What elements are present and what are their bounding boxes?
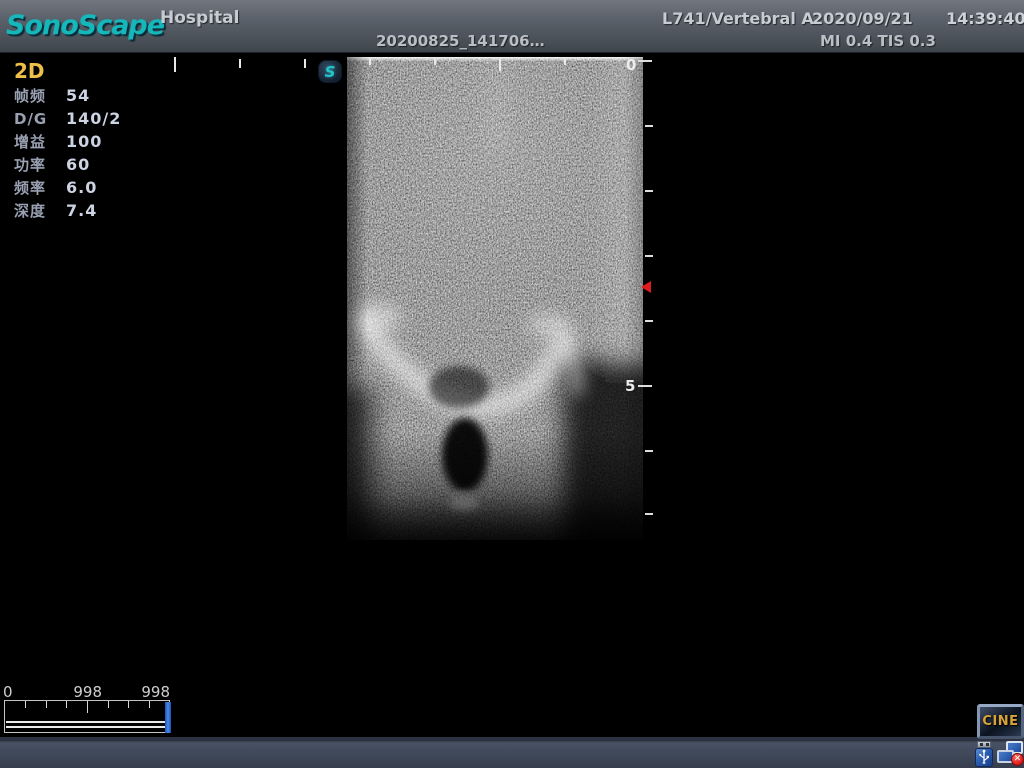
- probe-orientation-mark-icon: S: [318, 60, 342, 83]
- top-ruler-tick: [304, 59, 306, 68]
- exam-time: 14:39:40: [946, 9, 1024, 28]
- grayscale-bar: [1000, 80, 1017, 208]
- top-ruler-tick: [239, 59, 241, 68]
- param-value: 7.4: [66, 201, 97, 220]
- cine-tick: [25, 701, 26, 708]
- mode-label: 2D: [14, 59, 45, 83]
- param-value: 100: [66, 132, 102, 151]
- taskbar: [0, 737, 1024, 768]
- top-ruler-tick: [564, 57, 566, 65]
- param-value: 54: [66, 86, 90, 105]
- ultrasound-screen: SonoScape Hospital 20200825_141706… L741…: [0, 0, 1024, 768]
- probe-mark-letter: S: [325, 63, 336, 81]
- network-error-badge-icon: ✕: [1011, 753, 1024, 766]
- param-row-framerate: 帧频 54: [14, 84, 121, 107]
- depth-label-0: 0: [626, 56, 636, 74]
- cine-frame-current: 998: [70, 683, 102, 701]
- param-label: 帧频: [14, 85, 66, 106]
- param-row-frequency: 频率 6.0: [14, 176, 121, 199]
- cine-button[interactable]: CINE: [977, 704, 1024, 739]
- depth-tick: [645, 450, 653, 452]
- usb-body: [975, 748, 993, 767]
- param-row-depth: 深度 7.4: [14, 199, 121, 222]
- cine-frame-start: 0: [3, 683, 13, 701]
- usb-connector: [977, 741, 991, 748]
- header-bar: SonoScape Hospital 20200825_141706… L741…: [0, 0, 1024, 53]
- depth-tick: [645, 190, 653, 192]
- exam-id: 20200825_141706…: [376, 32, 545, 50]
- param-label: 深度: [14, 200, 66, 221]
- param-label: 增益: [14, 131, 66, 152]
- top-ruler-tick: [174, 57, 176, 72]
- depth-tick-major: [638, 60, 652, 62]
- cine-tick: [128, 701, 129, 708]
- cine-tick: [66, 701, 67, 708]
- focus-marker-icon[interactable]: [641, 281, 651, 293]
- image-vignette: [347, 57, 643, 540]
- param-row-gain: 增益 100: [14, 130, 121, 153]
- param-label: 功率: [14, 154, 66, 175]
- cine-tick: [46, 701, 47, 708]
- param-label: D/G: [14, 110, 66, 128]
- cine-tick: [108, 701, 109, 708]
- param-value: 140/2: [66, 109, 121, 128]
- depth-tick: [645, 320, 653, 322]
- depth-tick: [645, 125, 653, 127]
- param-value: 60: [66, 155, 90, 174]
- parameter-panel: 帧频 54 D/G 140/2 增益 100 功率 60 频率 6.0 深度 7…: [14, 84, 121, 222]
- param-row-dg: D/G 140/2: [14, 107, 121, 130]
- depth-tick-major: [638, 385, 652, 387]
- depth-tick: [645, 513, 653, 515]
- network-status-icon[interactable]: ✕: [997, 741, 1024, 767]
- top-ruler-center-tick: [499, 57, 501, 71]
- exam-date: 2020/09/21: [812, 9, 913, 28]
- sonoscape-logo: SonoScape: [6, 10, 164, 41]
- usb-icon[interactable]: [973, 741, 995, 767]
- hospital-name: Hospital: [160, 8, 239, 28]
- cine-tick: [149, 701, 150, 708]
- param-row-power: 功率 60: [14, 153, 121, 176]
- cine-track[interactable]: [6, 721, 166, 728]
- ultrasound-image[interactable]: [347, 57, 643, 540]
- depth-label-5: 5: [625, 377, 635, 395]
- cine-position-marker[interactable]: [165, 702, 171, 733]
- probe-preset: L741/Vertebral A: [662, 9, 814, 28]
- top-ruler-tick: [369, 57, 371, 65]
- mi-tis-readout: MI 0.4 TIS 0.3: [820, 32, 936, 50]
- cine-tick-center: [87, 701, 88, 713]
- cine-scrubber[interactable]: [4, 700, 170, 733]
- top-ruler-tick: [434, 57, 436, 65]
- param-label: 频率: [14, 177, 66, 198]
- param-value: 6.0: [66, 178, 97, 197]
- cine-button-label: CINE: [982, 714, 1018, 729]
- depth-tick: [645, 255, 653, 257]
- cine-frame-total: 998: [138, 683, 170, 701]
